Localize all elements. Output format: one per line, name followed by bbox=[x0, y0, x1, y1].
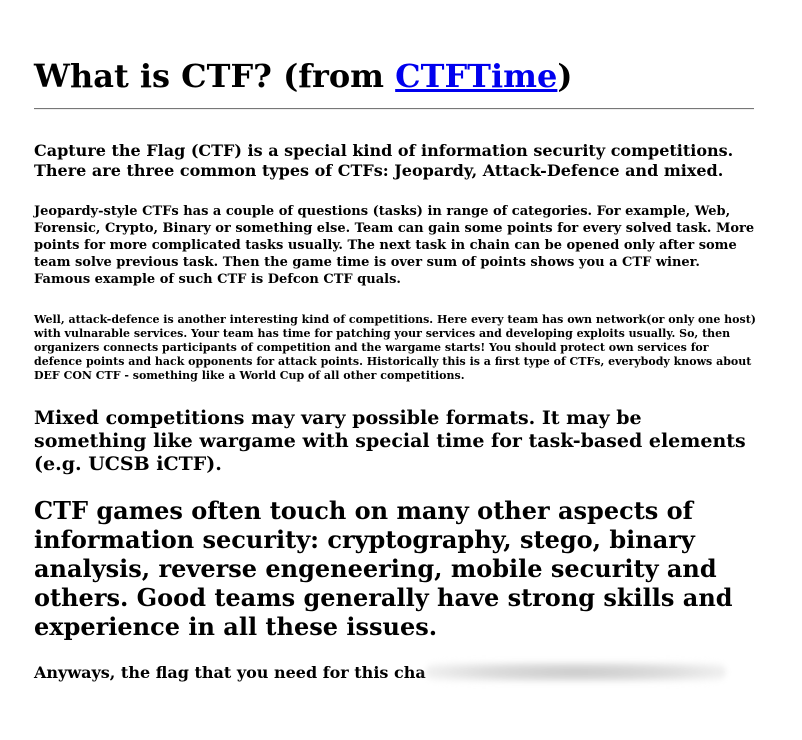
ctftime-link[interactable]: CTFTime bbox=[395, 57, 557, 95]
page-title: What is CTF? (from CTFTime) bbox=[34, 56, 573, 96]
flag-text: Anyways, the flag that you need for this… bbox=[34, 663, 426, 682]
intro-paragraph: Capture the Flag (CTF) is a special kind… bbox=[34, 141, 734, 180]
blurred-flag bbox=[425, 662, 726, 682]
divider bbox=[34, 108, 754, 110]
flag-paragraph: Anyways, the flag that you need for this… bbox=[34, 662, 726, 683]
aspects-paragraph: CTF games often touch on many other aspe… bbox=[34, 496, 733, 641]
jeopardy-paragraph: Jeopardy-style CTFs has a couple of ques… bbox=[34, 204, 755, 287]
mixed-paragraph: Mixed competitions may vary possible for… bbox=[34, 407, 746, 475]
page-title-prefix: What is CTF? (from bbox=[34, 57, 396, 95]
attack-defence-paragraph: Well, attack-defence is another interest… bbox=[34, 313, 756, 382]
page-title-suffix: ) bbox=[557, 57, 573, 95]
